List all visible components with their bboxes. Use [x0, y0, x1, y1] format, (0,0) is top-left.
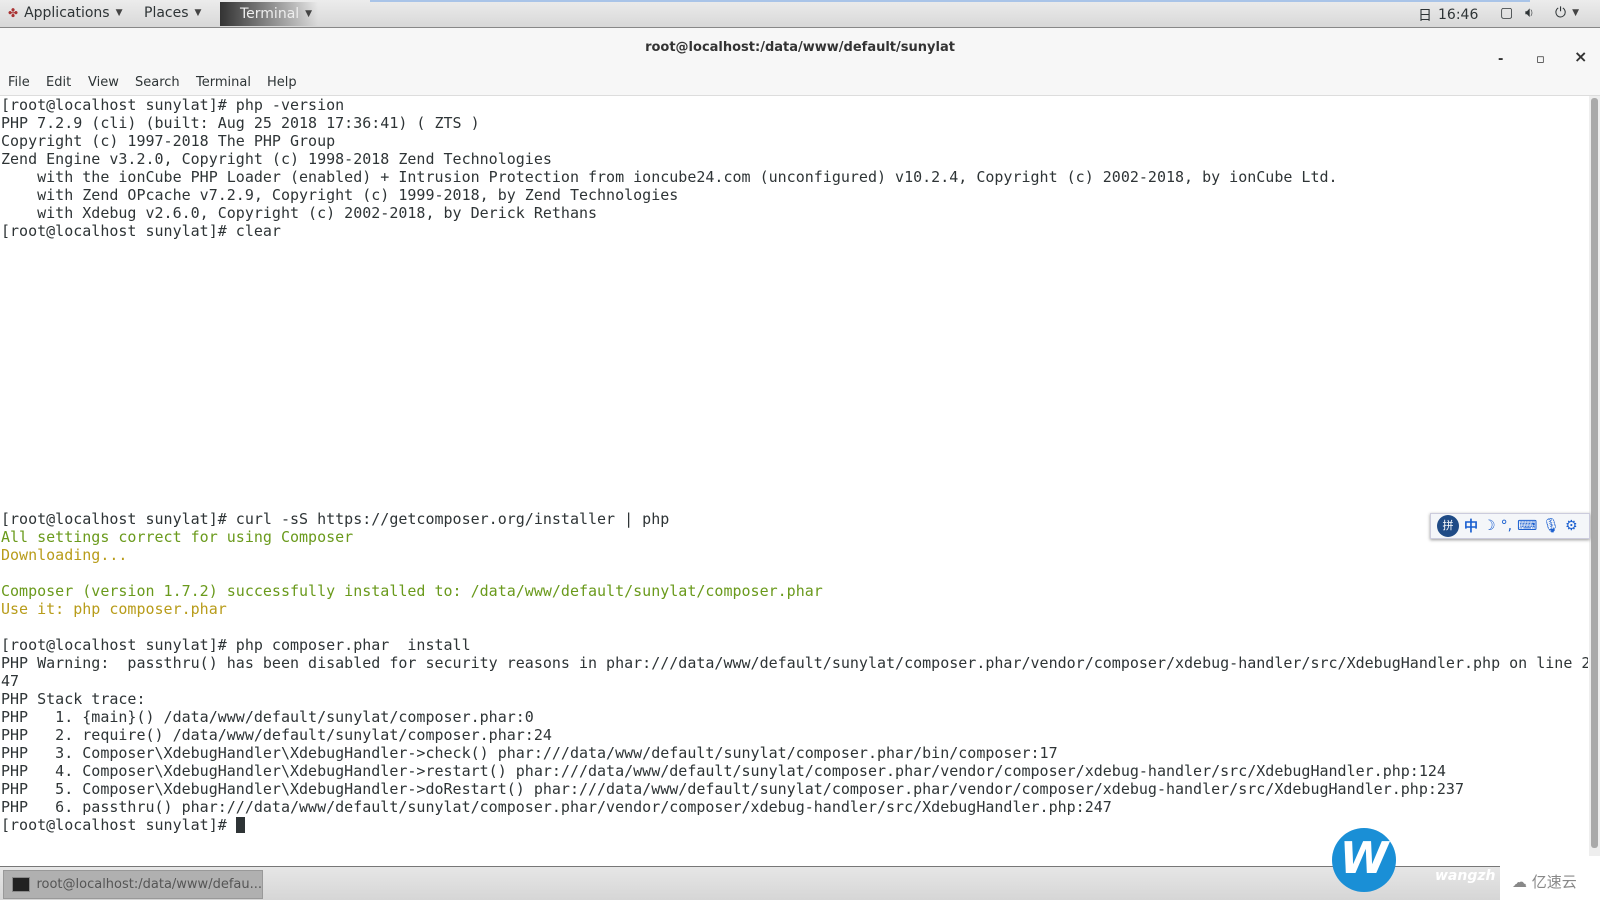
terminal-output[interactable]: [root@localhost sunylat]# php -version PH…: [0, 96, 1588, 866]
prompt: [root@localhost sunylat]#: [1, 816, 236, 834]
ime-toolbar[interactable]: 拼 中 ☽ °, ⌨ 🎙︎ ⚙: [1430, 513, 1590, 539]
clock-time: 16:46: [1438, 7, 1479, 23]
watermark-text: wangzh: [1435, 868, 1496, 884]
ime-logo-icon[interactable]: 拼: [1437, 515, 1459, 537]
terminal-label: Terminal: [240, 6, 300, 22]
terminal-line: 47: [1, 672, 20, 690]
taskbar-terminal-window[interactable]: root@localhost:/data/www/defau...: [3, 870, 263, 899]
clock[interactable]: 日 16:46: [1418, 5, 1478, 25]
terminal-line: [root@localhost sunylat]# curl -sS https…: [1, 510, 670, 528]
terminal-line: PHP 5. Composer\XdebugHandler\XdebugHand…: [1, 780, 1464, 798]
terminal-line: PHP Stack trace:: [1, 690, 146, 708]
terminal-line: with Xdebug v2.6.0, Copyright (c) 2002-2…: [1, 204, 598, 222]
brand-text: 亿速云: [1531, 873, 1577, 891]
terminal-line: with the ionCube PHP Loader (enabled) + …: [1, 168, 1338, 186]
power-icon[interactable]: ⏻ ▼: [1555, 5, 1579, 21]
terminal-line: Composer (version 1.7.2) successfully in…: [1, 582, 823, 600]
gear-icon[interactable]: ⚙: [1565, 518, 1578, 534]
gnome-foot-icon: ✤: [8, 6, 19, 20]
terminal-line: PHP 7.2.9 (cli) (built: Aug 25 2018 17:3…: [1, 114, 480, 132]
terminal-icon: [12, 877, 31, 892]
terminal-line: [root@localhost sunylat]# php composer.p…: [1, 636, 471, 654]
text-cursor: [235, 817, 245, 833]
brand-watermark: ☁ 亿速云: [1500, 866, 1600, 900]
top-panel: ✤ Applications ▼ Places ▼ Terminal ▼ 日 16:4…: [0, 0, 1600, 28]
keyboard-icon[interactable]: ⌨: [1517, 518, 1537, 534]
calendar-icon: 日: [1418, 8, 1432, 24]
terminal-line: PHP 3. Composer\XdebugHandler\XdebugHand…: [1, 744, 1058, 762]
terminal-line: [root@localhost sunylat]# clear: [1, 222, 281, 240]
terminal-line: with Zend OPcache v7.2.9, Copyright (c) …: [1, 186, 679, 204]
menu-file[interactable]: File: [8, 75, 30, 90]
terminal-line: PHP 1. {main}() /data/www/default/sunyla…: [1, 708, 534, 726]
moon-icon[interactable]: ☽: [1483, 518, 1496, 534]
terminal-app-menu[interactable]: Terminal ▼: [220, 2, 319, 26]
taskbar-task-label: root@localhost:/data/www/defau...: [36, 877, 262, 892]
window-icon[interactable]: ▢: [1500, 5, 1513, 21]
window-title: root@localhost:/data/www/default/sunylat: [645, 40, 955, 55]
terminal-line: Downloading...: [1, 546, 128, 564]
punctuation-icon[interactable]: °,: [1501, 518, 1512, 534]
terminal-line: [root@localhost sunylat]# php -version: [1, 96, 345, 114]
mic-icon[interactable]: 🎙︎: [1542, 518, 1560, 534]
menu-edit[interactable]: Edit: [46, 75, 71, 90]
terminal-line: PHP 6. passthru() phar:///data/www/defau…: [1, 798, 1112, 816]
places-label: Places: [144, 5, 189, 21]
terminal-line: All settings correct for using Composer: [1, 528, 354, 546]
scrollbar-thumb[interactable]: [1591, 98, 1598, 848]
ime-mode-toggle[interactable]: 中: [1464, 516, 1478, 536]
menu-bar: File Edit View Search Terminal Help: [0, 70, 1600, 96]
terminal-line: Zend Engine v3.2.0, Copyright (c) 1998-2…: [1, 150, 552, 168]
applications-label: Applications: [24, 5, 110, 21]
menu-terminal[interactable]: Terminal: [196, 75, 251, 90]
window-titlebar: root@localhost:/data/www/default/sunylat…: [0, 28, 1600, 70]
menu-help[interactable]: Help: [267, 75, 297, 90]
menu-search[interactable]: Search: [135, 75, 180, 90]
scrollbar[interactable]: [1589, 96, 1600, 856]
terminal-line: PHP 4. Composer\XdebugHandler\XdebugHand…: [1, 762, 1446, 780]
terminal-line: PHP 2. require() /data/www/default/sunyl…: [1, 726, 552, 744]
volume-icon[interactable]: 🔉︎: [1525, 5, 1534, 21]
terminal-line: Use it: php composer.phar: [1, 600, 227, 618]
terminal-line: Copyright (c) 1997-2018 The PHP Group: [1, 132, 336, 150]
watermark-logo: W: [1332, 828, 1396, 892]
menu-view[interactable]: View: [88, 75, 119, 90]
places-menu[interactable]: Places ▼: [144, 5, 201, 21]
applications-menu[interactable]: ✤ Applications ▼: [8, 5, 123, 21]
terminal-line: PHP Warning: passthru() has been disable…: [1, 654, 1588, 672]
